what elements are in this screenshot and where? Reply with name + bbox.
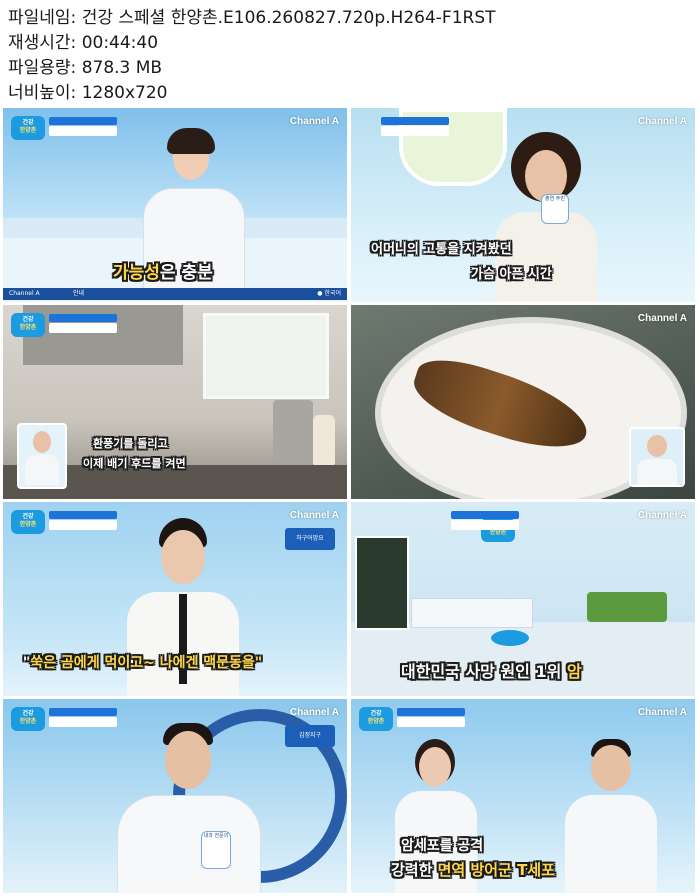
thumbnail-7: 건강 한양촌 Channel A 김정지구 내과 전문의 <box>3 699 347 893</box>
thumbnail-3: 건강 한양촌 환풍기를 돌리고 이제 배기 후드를 켜면 <box>3 305 347 499</box>
ticker-right: ● 한국어 <box>317 290 341 297</box>
topic-badge <box>397 708 465 728</box>
duration-line: 재생시간: 00:44:40 <box>8 33 159 53</box>
topic-badge <box>49 314 117 334</box>
nametag-label: 출연 주민 <box>545 196 565 202</box>
show-logo: 건강한양촌 <box>11 510 45 534</box>
channel-logo: Channel A <box>637 116 687 127</box>
caption-text: 하구어망요 <box>296 535 324 542</box>
caption-box: 하구어망요 <box>285 528 335 550</box>
thumbnail-5: 건강 한양촌 Channel A 하구어망요 "쑥은 곰에게 먹이고~ 나에겐 맥… <box>3 502 347 696</box>
caption-text: 김정지구 <box>298 732 322 739</box>
channel-logo: Channel A <box>289 707 339 718</box>
ticker-bar: Channel A 안내 ● 한국어 <box>3 288 347 300</box>
channel-logo: Channel A <box>637 510 687 521</box>
subtitle: "쑥은 곰에게 먹이고~ 나에겐 맥문동을" <box>23 652 262 672</box>
doctor-figure <box>113 723 263 893</box>
filename-line: 파일네임: 건강 스페셜 한양촌.E106.260827.720p.H264-F… <box>8 8 496 28</box>
subtitle-highlight: 면역 방어군 T세포 <box>437 861 555 879</box>
male-doctor-figure <box>561 739 661 893</box>
topic-badge <box>49 511 117 531</box>
thumbnail-1: 건강 한양촌 Channel A 가능성은 충분 Channel A 안내 ● 한… <box>3 108 347 302</box>
channel-logo: Channel A <box>637 313 687 324</box>
show-logo: 건강한양촌 <box>11 707 45 731</box>
inset-host <box>17 423 67 489</box>
bottle <box>313 415 335 465</box>
subtitle-text: 대한민국 사망 원인 1위 <box>401 662 567 681</box>
pot <box>273 400 313 460</box>
topic-badge <box>49 117 117 137</box>
subtitle: 가능성은 충분 <box>113 258 213 283</box>
thumbnail-6: 건강한양촌 Channel A 대한민국 사망 원인 1위 암 <box>351 502 695 696</box>
show-logo: 건강한양촌 <box>359 707 393 731</box>
subtitle-line-2: 이제 배기 후드를 켜면 <box>83 457 186 470</box>
ticker-text: 안내 <box>73 290 85 297</box>
guest-area <box>587 592 667 622</box>
file-info: 파일네임: 건강 스페셜 한양촌.E106.260827.720p.H264-F… <box>8 6 698 106</box>
floor-emblem <box>491 630 529 646</box>
subtitle-highlight: 암 <box>566 662 582 681</box>
ticker-logo: Channel A <box>9 290 40 297</box>
thumbnail-2: Channel A 출연 주민 어머니의 고통을 지켜봤던 가슴 아픈 시간 <box>351 108 695 302</box>
guest-nametag: 출연 주민 <box>541 194 569 224</box>
topic-badge <box>49 708 117 728</box>
show-logo: 건강한양촌 <box>11 313 45 337</box>
topic-badge <box>451 511 519 531</box>
subtitle-line-1: 환풍기를 돌리고 <box>93 437 168 450</box>
presenter-desk <box>411 598 533 628</box>
channel-logo: Channel A <box>289 116 339 127</box>
subtitle-highlight: 가능성 <box>113 263 160 283</box>
subtitle-highlight-1: 쑥은 곰에게 먹이고~ 나에겐 <box>30 655 204 671</box>
doctor-nametag: 내과 전문의 <box>201 831 231 869</box>
subtitle-line-1: 어머니의 고통을 지켜봤던 <box>371 242 512 257</box>
studio-screen <box>355 536 409 630</box>
show-logo: 건강한양촌 <box>11 116 45 140</box>
subtitle-rest: 은 충분 <box>159 263 213 283</box>
inset-host <box>629 427 685 487</box>
channel-logo: Channel A <box>637 707 687 718</box>
subtitle-highlight-2: 맥문동을" <box>203 655 263 671</box>
topic-badge <box>381 117 449 137</box>
subtitle-line-2-text: 강력한 <box>391 861 438 879</box>
nametag-label: 내과 전문의 <box>203 833 229 839</box>
filesize-line: 파일용량: 878.3 MB <box>8 58 163 78</box>
subtitle-line-2: 강력한 면역 방어군 T세포 <box>391 859 555 880</box>
subtitle: 대한민국 사망 원인 1위 암 <box>401 658 582 682</box>
subtitle-line-1: 암세포를 공격 <box>401 838 484 854</box>
thumbnail-grid: 건강 한양촌 Channel A 가능성은 충분 Channel A 안내 ● 한… <box>3 108 697 894</box>
thumbnail-4: Channel A <box>351 305 695 499</box>
resolution-line: 너비높이: 1280x720 <box>8 83 168 103</box>
caption-box: 김정지구 <box>285 725 335 747</box>
window <box>203 313 329 399</box>
thumbnail-8: 건강 한양촌 Channel A 암세포를 공격 강력한 면역 방어군 T세포 <box>351 699 695 893</box>
subtitle-line-2: 가슴 아픈 시간 <box>471 267 552 282</box>
channel-logo: Channel A <box>289 510 339 521</box>
